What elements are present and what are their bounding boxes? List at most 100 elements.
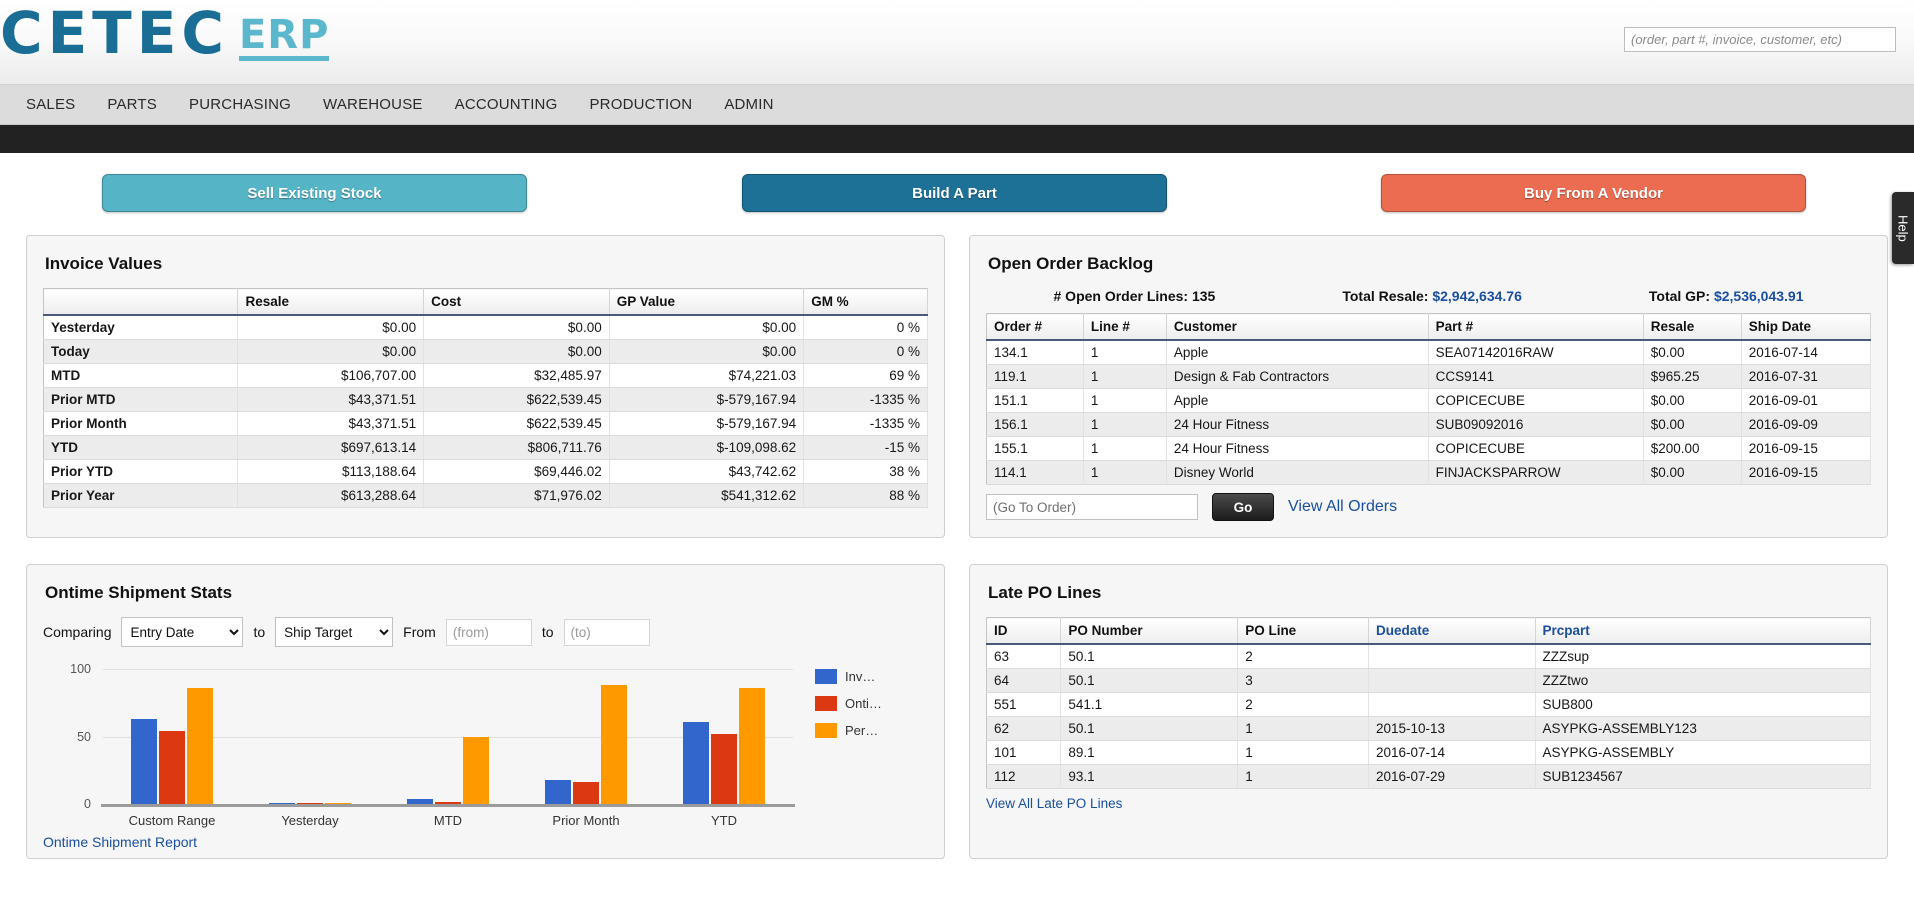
view-all-late-po-lines-link[interactable]: View All Late PO Lines <box>986 796 1122 811</box>
invoice-values-body: Yesterday $0.00 $0.00 $0.00 0 % Today $0.00 $0.… <box>43 315 928 508</box>
backlog-order-cell[interactable]: 156.1 <box>986 412 1084 437</box>
chart-legend-item[interactable]: Onti… <box>815 696 882 711</box>
late-po-id-cell: 101 <box>986 740 1062 765</box>
logo-text-erp: ERP <box>238 11 330 58</box>
chart-x-tick-label: YTD <box>711 813 737 828</box>
col-po-line: PO Line <box>1237 617 1369 645</box>
app-header: CETEC ERP <box>0 0 1914 85</box>
invoice-cost-cell: $69,446.02 <box>423 459 610 484</box>
nav-item-warehouse[interactable]: WAREHOUSE <box>307 90 439 119</box>
backlog-customer-cell[interactable]: Disney World <box>1166 460 1429 485</box>
col-invoice-period <box>43 288 239 316</box>
nav-item-admin[interactable]: ADMIN <box>708 90 789 119</box>
main-navigation: SALES PARTS PURCHASING WAREHOUSE ACCOUNT… <box>0 85 1914 125</box>
table-row: 151.1 1 Apple COPICECUBE $0.00 2016-09-01 <box>986 388 1872 413</box>
backlog-line-cell: 1 <box>1083 388 1167 413</box>
date-to-input[interactable] <box>563 618 650 646</box>
view-all-orders-link[interactable]: View All Orders <box>1288 498 1397 516</box>
nav-item-purchasing[interactable]: PURCHASING <box>173 90 307 119</box>
invoice-gm-cell: 38 % <box>803 459 928 484</box>
chart-legend-item[interactable]: Per… <box>815 723 882 738</box>
backlog-part-cell[interactable]: SEA07142016RAW <box>1428 340 1644 365</box>
table-row: 101 89.1 1 2016-07-14 ASYPKG-ASSEMBLY <box>986 740 1871 765</box>
backlog-part-cell[interactable]: COPICECUBE <box>1428 388 1644 413</box>
invoice-resale-cell[interactable]: $0.00 <box>237 315 425 340</box>
invoice-resale-cell[interactable]: $613,288.64 <box>237 483 425 508</box>
invoice-resale-cell[interactable]: $0.00 <box>237 339 425 364</box>
table-row: 156.1 1 24 Hour Fitness SUB09092016 $0.00 201… <box>986 412 1872 437</box>
nav-item-sales[interactable]: SALES <box>10 90 91 119</box>
invoice-resale-cell[interactable]: $697,613.14 <box>237 435 425 460</box>
nav-item-accounting[interactable]: ACCOUNTING <box>439 90 574 119</box>
late-po-number-cell[interactable]: 50.1 <box>1060 644 1239 669</box>
help-tab-label: Help <box>1895 214 1911 242</box>
backlog-order-cell[interactable]: 114.1 <box>986 460 1084 485</box>
goto-order-input[interactable] <box>986 494 1198 520</box>
invoice-gp-cell: $74,221.03 <box>609 363 805 388</box>
open-order-backlog-title: Open Order Backlog <box>988 254 1154 273</box>
col-duedate[interactable]: Duedate <box>1368 617 1536 645</box>
backlog-part-cell[interactable]: FINJACKSPARROW <box>1428 460 1644 485</box>
sell-existing-stock-button[interactable]: Sell Existing Stock <box>102 174 527 212</box>
invoice-period-cell: YTD <box>43 435 239 460</box>
late-po-duedate-cell: 2015-10-13 <box>1368 716 1536 741</box>
global-search-input[interactable] <box>1624 27 1896 52</box>
backlog-resale-cell: $0.00 <box>1643 388 1742 413</box>
late-po-number-cell[interactable]: 541.1 <box>1060 692 1239 717</box>
chart-x-tick-label: MTD <box>433 813 463 828</box>
col-prcpart[interactable]: Prcpart <box>1535 617 1871 645</box>
backlog-part-cell[interactable]: CCS9141 <box>1428 364 1644 389</box>
late-po-number-cell[interactable]: 50.1 <box>1060 668 1239 693</box>
panel-row-bottom: Ontime Shipment Stats Comparing Entry Da… <box>26 564 1888 859</box>
backlog-customer-cell[interactable]: 24 Hour Fitness <box>1166 412 1429 437</box>
backlog-customer-cell[interactable]: Apple <box>1166 388 1429 413</box>
compare-to-select[interactable]: Ship TargetEntry DateInvoice Date <box>275 617 394 647</box>
ontime-bar-chart: Inv… Onti… Per… 0 50 100 Custom Range Yesterda… <box>43 661 928 841</box>
backlog-customer-cell[interactable]: Design & Fab Contractors <box>1166 364 1429 389</box>
chart-bar-group <box>131 669 213 804</box>
open-order-backlog-panel: Open Order Backlog # Open Order Lines: 1… <box>969 235 1888 538</box>
late-po-number-cell[interactable]: 89.1 <box>1060 740 1239 765</box>
invoice-cost-cell: $806,711.76 <box>423 435 610 460</box>
nav-item-production[interactable]: PRODUCTION <box>573 90 708 119</box>
chart-legend-item[interactable]: Inv… <box>815 669 882 684</box>
late-po-number-cell[interactable]: 50.1 <box>1060 716 1239 741</box>
col-resale: Resale <box>1643 313 1742 341</box>
ontime-shipment-report-link[interactable]: Ontime Shipment Report <box>43 834 197 850</box>
build-a-part-button[interactable]: Build A Part <box>742 174 1167 212</box>
late-po-duedate-cell <box>1368 668 1536 693</box>
compare-from-select[interactable]: Entry DateShip TargetInvoice Date <box>121 617 244 647</box>
backlog-part-cell[interactable]: COPICECUBE <box>1428 436 1644 461</box>
date-from-input[interactable] <box>445 618 532 646</box>
invoice-gp-cell: $-109,098.62 <box>609 435 805 460</box>
backlog-customer-cell[interactable]: Apple <box>1166 340 1429 365</box>
late-po-line-cell: 3 <box>1237 668 1369 693</box>
go-button[interactable]: Go <box>1212 493 1274 521</box>
invoice-gp-cell: $43,742.62 <box>609 459 805 484</box>
backlog-shipdate-cell: 2016-09-09 <box>1741 412 1872 437</box>
to-label: to <box>541 624 554 640</box>
buy-from-a-vendor-button[interactable]: Buy From A Vendor <box>1381 174 1806 212</box>
col-invoice-gm: GM % <box>803 288 928 316</box>
ontime-shipment-stats-panel: Ontime Shipment Stats Comparing Entry Da… <box>26 564 945 859</box>
invoice-resale-cell[interactable]: $106,707.00 <box>237 363 425 388</box>
table-header-row: Resale Cost GP Value GM % <box>43 288 928 316</box>
backlog-customer-cell[interactable]: 24 Hour Fitness <box>1166 436 1429 461</box>
backlog-order-cell[interactable]: 134.1 <box>986 340 1084 365</box>
logo-underline <box>238 55 330 61</box>
chart-legend: Inv… Onti… Per… <box>815 669 882 738</box>
nav-item-parts[interactable]: PARTS <box>91 90 173 119</box>
help-tab-button[interactable]: Help <box>1892 192 1914 264</box>
backlog-part-cell[interactable]: SUB09092016 <box>1428 412 1644 437</box>
backlog-order-cell[interactable]: 151.1 <box>986 388 1084 413</box>
invoice-cost-cell: $0.00 <box>423 315 610 340</box>
late-po-lines-title: Late PO Lines <box>988 583 1102 602</box>
invoice-resale-cell[interactable]: $113,188.64 <box>237 459 425 484</box>
invoice-resale-cell[interactable]: $43,371.51 <box>237 387 425 412</box>
backlog-order-cell[interactable]: 119.1 <box>986 364 1084 389</box>
invoice-resale-cell[interactable]: $43,371.51 <box>237 411 425 436</box>
backlog-order-cell[interactable]: 155.1 <box>986 436 1084 461</box>
invoice-gp-cell: $0.00 <box>609 315 805 340</box>
late-po-number-cell[interactable]: 93.1 <box>1060 764 1239 789</box>
panel-row-top: Invoice Values Resale Cost GP Value GM %… <box>26 235 1888 538</box>
